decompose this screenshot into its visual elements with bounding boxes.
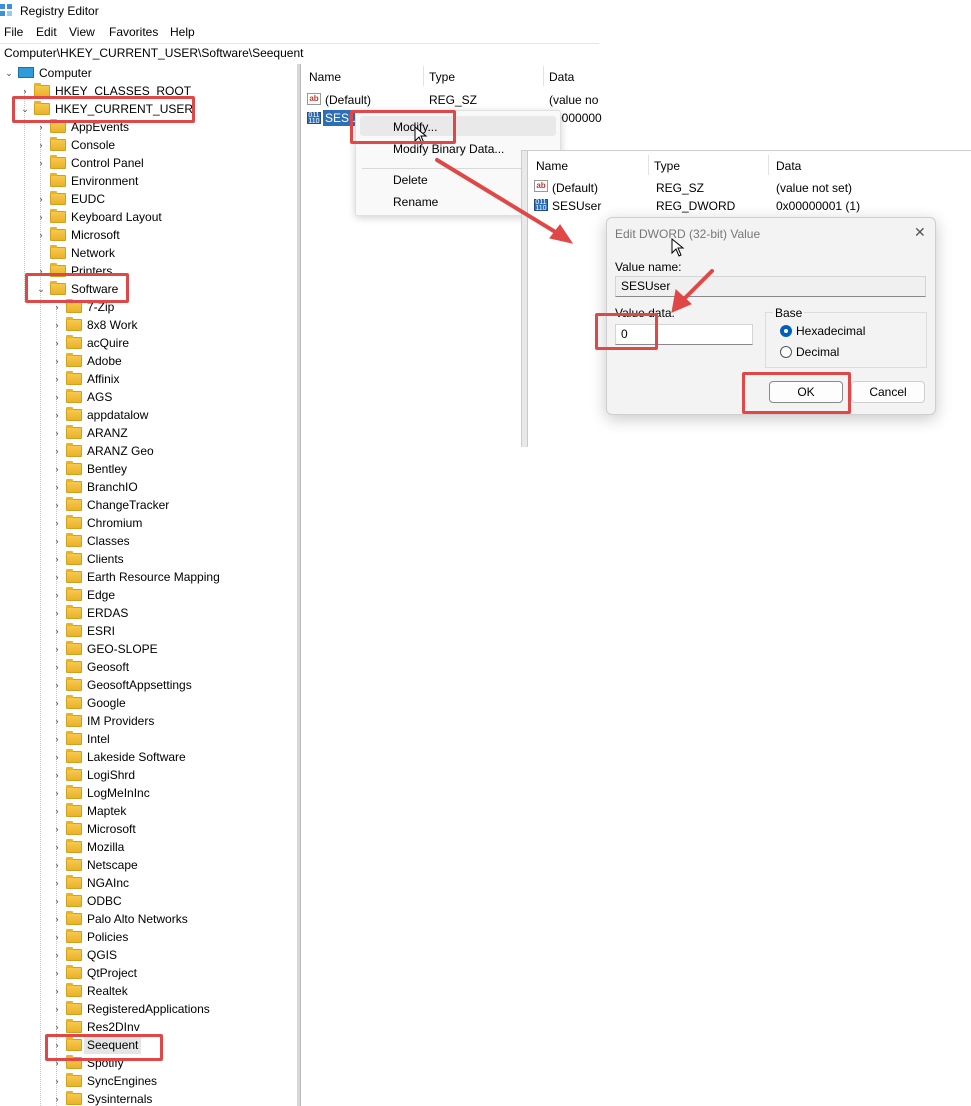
annotation-arrows xyxy=(435,158,714,313)
